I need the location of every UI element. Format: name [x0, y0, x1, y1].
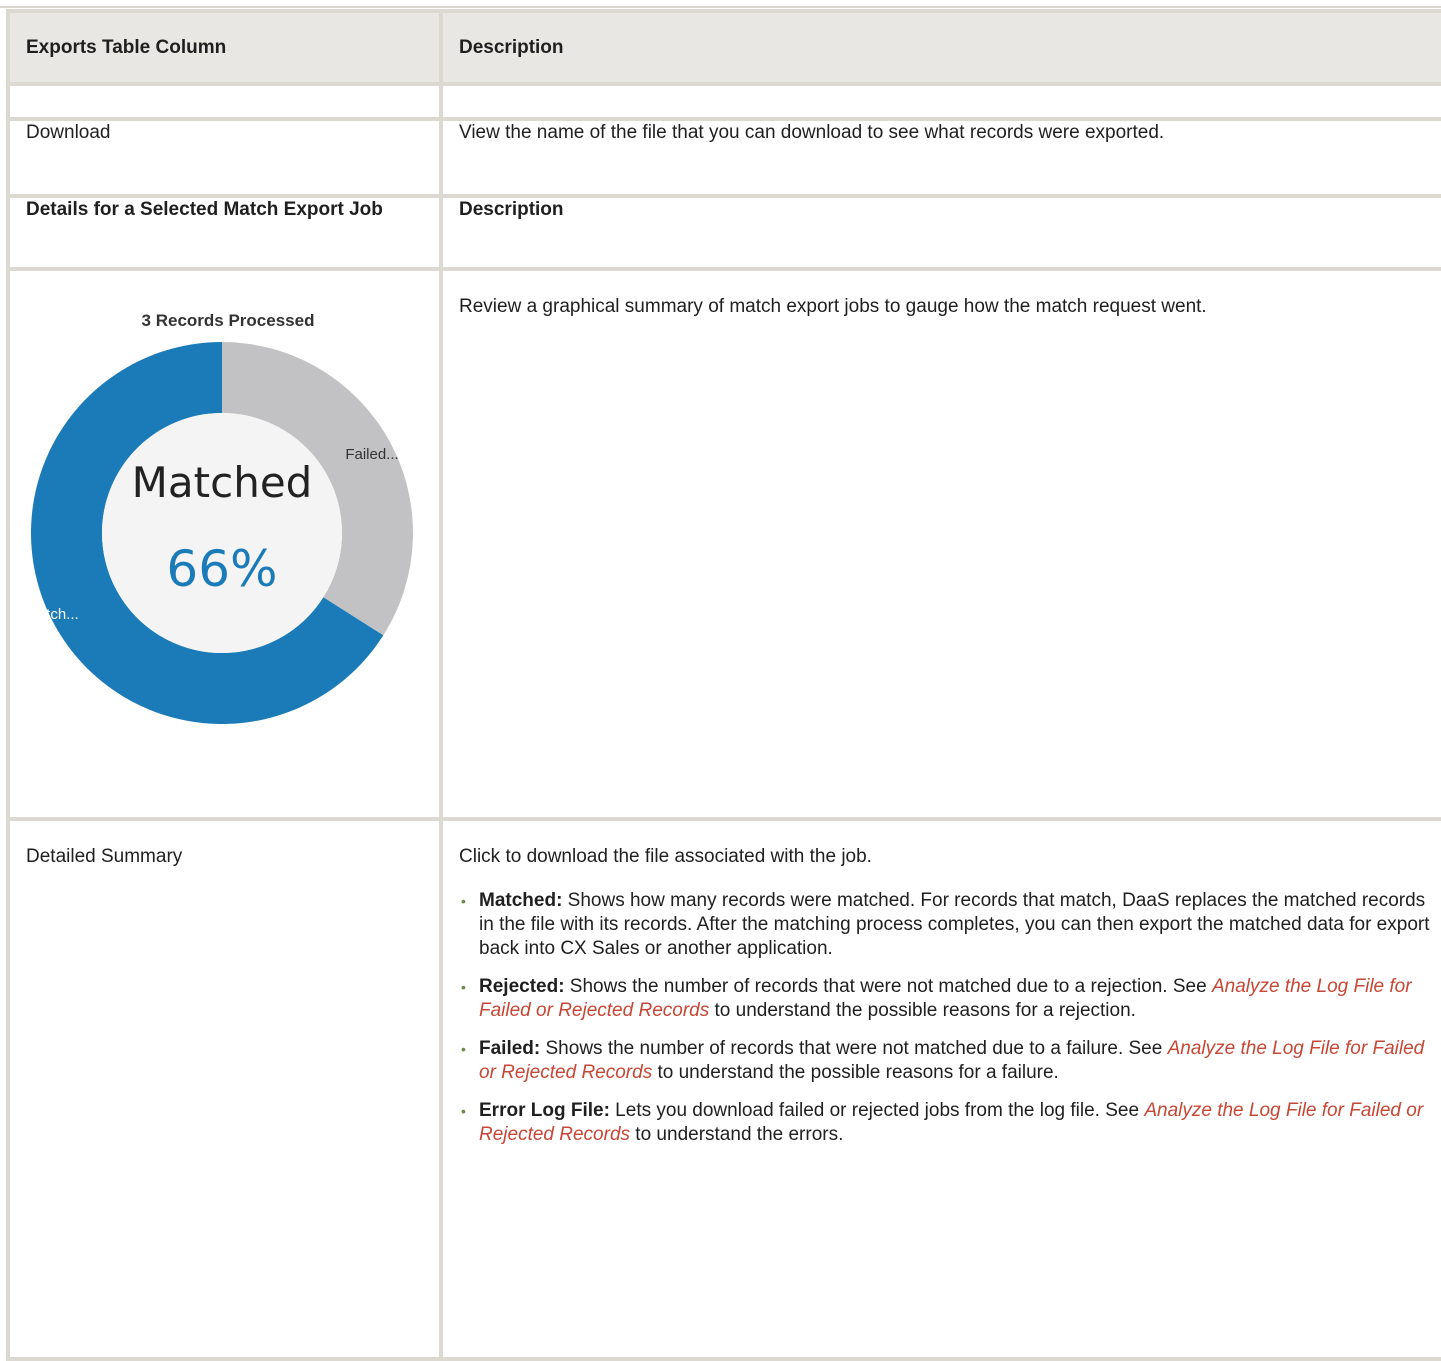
exports-table: Exports Table Column Description Downloa…	[6, 9, 1441, 1361]
bullet-failed-text: Shows the number of records that were no…	[540, 1038, 1168, 1059]
summary-label: Detailed Summary	[6, 817, 443, 1361]
term-error-log: Error Log File:	[479, 1100, 610, 1121]
details-header-col2: Description	[439, 194, 1441, 271]
details-header-row: Details for a Selected Match Export Job …	[6, 194, 1441, 271]
term-matched: Matched:	[479, 890, 563, 911]
empty-cell-1	[6, 82, 443, 121]
table-row-chart: 3 Records Processed Matched 66% Failed..…	[6, 267, 1441, 821]
top-rule	[0, 0, 1441, 8]
bullet-error-log-text: Lets you download failed or rejected job…	[609, 1100, 1145, 1121]
bullet-failed-after: to understand the possible reasons for a…	[652, 1062, 1059, 1083]
download-label: Download	[6, 117, 443, 198]
header-col2: Description	[439, 9, 1441, 86]
chart-title: 3 Records Processed	[142, 311, 315, 330]
empty-row	[6, 82, 1441, 121]
details-header-col1: Details for a Selected Match Export Job	[6, 194, 443, 271]
bullet-error-log-after: to understand the errors.	[630, 1124, 844, 1145]
bullet-rejected: Rejected: Shows the number of records th…	[461, 975, 1431, 1023]
table-row-download: Download View the name of the file that …	[6, 117, 1441, 198]
donut-chart: 3 Records Processed Matched 66% Failed..…	[25, 311, 413, 724]
empty-cell-2	[439, 82, 1441, 121]
chart-slices	[31, 342, 413, 724]
slice-label-matched: Match...	[25, 606, 78, 623]
chart-description: Review a graphical summary of match expo…	[439, 267, 1441, 821]
donut-hole	[102, 413, 342, 653]
bullet-matched-text: Shows how many records were matched. For…	[479, 890, 1430, 959]
chart-center-label: Matched	[132, 458, 313, 507]
bullet-rejected-text: Shows the number of records that were no…	[564, 976, 1212, 997]
chart-cell: 3 Records Processed Matched 66% Failed..…	[6, 267, 443, 821]
summary-intro: Click to download the file associated wi…	[459, 846, 872, 867]
chart-center-value: 66%	[166, 540, 277, 598]
bullet-error-log: Error Log File: Lets you download failed…	[461, 1099, 1431, 1147]
table-header-row: Exports Table Column Description	[6, 9, 1441, 86]
bullet-failed: Failed: Shows the number of records that…	[461, 1037, 1431, 1085]
summary-description: Click to download the file associated wi…	[439, 817, 1441, 1361]
bullet-rejected-after: to understand the possible reasons for a…	[709, 1000, 1136, 1021]
slice-label-failed: Failed...	[345, 446, 398, 463]
table-row-summary: Detailed Summary Click to download the f…	[6, 817, 1441, 1361]
header-col1: Exports Table Column	[6, 9, 443, 86]
summary-bullets: Matched: Shows how many records were mat…	[459, 889, 1431, 1147]
download-description: View the name of the file that you can d…	[439, 117, 1441, 198]
term-rejected: Rejected:	[479, 976, 565, 997]
term-failed: Failed:	[479, 1038, 541, 1059]
bullet-matched: Matched: Shows how many records were mat…	[461, 889, 1431, 961]
